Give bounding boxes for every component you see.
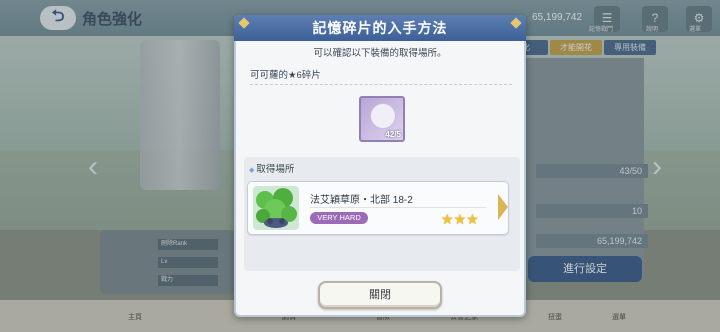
dialog-subtitle: 可以確認以下裝備的取得場所。 — [313, 48, 447, 59]
memory-piece-icon: 42/5 — [359, 96, 405, 142]
piece-count: 42/5 — [385, 130, 401, 139]
chevron-right-icon[interactable] — [498, 194, 508, 220]
source-section: 取得場所 法艾穎草原・北部 18-2 VERY HARD ★★★ — [244, 157, 520, 271]
star-rating: ★★★ — [441, 211, 479, 228]
source-section-title: 取得場所 — [249, 161, 294, 175]
acquire-method-dialog: 記憶碎片的入手方法 可以確認以下裝備的取得場所。 可可蘿的★6碎片 42/5 取… — [234, 15, 526, 317]
divider — [250, 84, 512, 85]
dialog-title: 記憶碎片的入手方法 — [234, 15, 526, 41]
stage-thumbnail-icon — [253, 186, 299, 230]
source-list-item[interactable]: 法艾穎草原・北部 18-2 VERY HARD ★★★ — [247, 181, 509, 235]
star-icon: ★ — [466, 211, 479, 227]
character-portrait — [370, 103, 396, 129]
star-icon: ★ — [453, 211, 467, 227]
item-name: 可可蘿的★6碎片 — [250, 70, 321, 81]
difficulty-badge: VERY HARD — [310, 212, 368, 224]
close-button[interactable]: 關閉 — [318, 281, 442, 309]
star-icon: ★ — [441, 211, 454, 227]
stage-name: 法艾穎草原・北部 18-2 — [310, 195, 413, 206]
divider — [310, 207, 486, 208]
